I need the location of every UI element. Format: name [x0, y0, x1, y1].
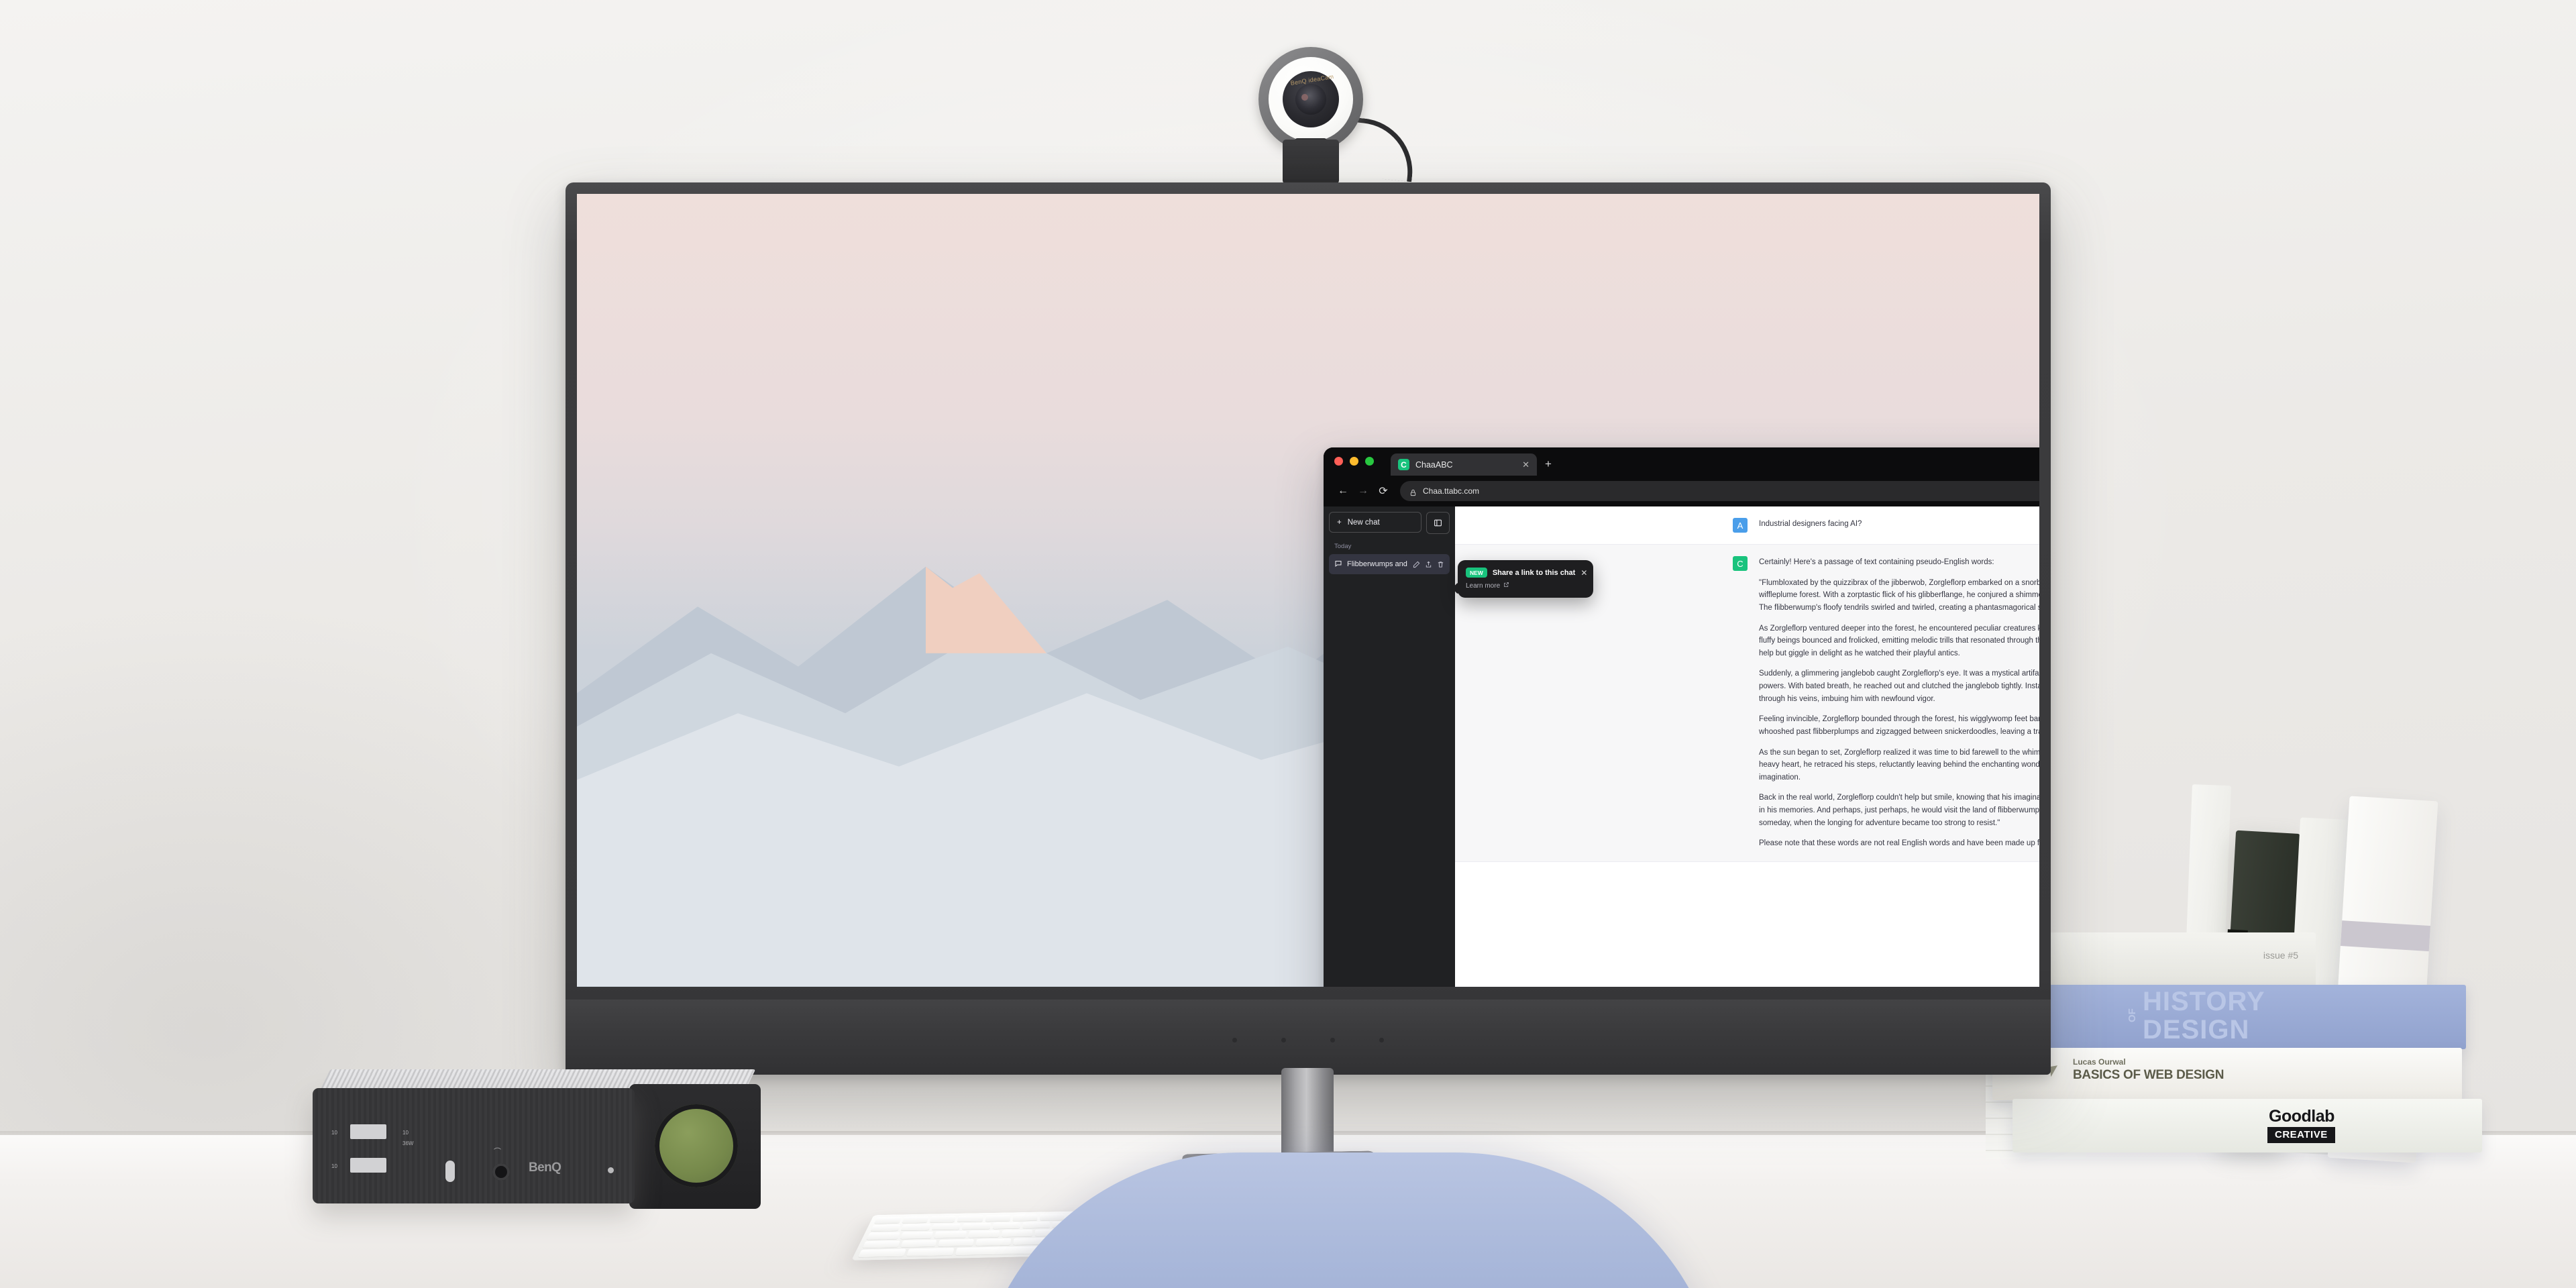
minimize-window-button[interactable]	[1350, 457, 1358, 466]
sidebar-top-row: + New chat	[1329, 512, 1450, 534]
usb-a-port-top	[350, 1124, 386, 1139]
monitor-speaker-dots	[1232, 1038, 1384, 1042]
issue-label: issue #5	[2263, 950, 2298, 961]
browser-tab[interactable]: C ChaaABC ✕	[1391, 453, 1537, 476]
page-viewport: + New chat Today Flibberwumps and S NEW …	[1324, 506, 2039, 987]
tooltip-new-badge: NEW	[1466, 568, 1487, 578]
usb-speed-label: 10	[331, 1163, 337, 1169]
address-bar[interactable]: Chaa.ttabc.com	[1400, 481, 2039, 501]
message-user: A Industrial designers facing AI?	[1455, 506, 2039, 544]
message-inner: A Industrial designers facing AI?	[1733, 518, 2039, 533]
usb-c-port	[445, 1161, 455, 1182]
paragraph: Certainly! Here's a passage of text cont…	[1759, 558, 1994, 566]
new-chat-label: New chat	[1347, 518, 1380, 527]
learn-more-label: Learn more	[1466, 582, 1501, 590]
paragraph: "Flumbloxated by the quizzibrax of the j…	[1759, 578, 2039, 612]
paragraph: Back in the real world, Zorgleflorp coul…	[1759, 794, 2039, 827]
power-led	[608, 1167, 614, 1173]
tooltip-learn-more-link[interactable]: Learn more	[1466, 582, 1585, 590]
trash-icon[interactable]	[1437, 561, 1444, 568]
share-icon[interactable]	[1425, 561, 1432, 568]
maximize-window-button[interactable]	[1365, 457, 1374, 466]
forward-button[interactable]: →	[1353, 481, 1373, 501]
dot	[1281, 1038, 1286, 1042]
browser-toolbar: ← → ⟳ Chaa.ttabc.com	[1324, 476, 2039, 506]
avatar: C	[1733, 556, 1748, 571]
pencil-icon[interactable]	[1413, 561, 1420, 568]
new-tab-button[interactable]: +	[1545, 458, 1552, 471]
desk-scene: FRANCHESCO PAZATRINI issue #5 OF HISTORY…	[0, 0, 2576, 1288]
book-basics-of-web-design: ➤ Lucas Ourwal BASICS OF WEB DESIGN	[1992, 1048, 2462, 1100]
webcam-mount-clip	[1283, 140, 1339, 184]
book-of-label: OF	[2127, 1008, 2138, 1022]
paragraph: Suddenly, a glimmering janglebob caught …	[1759, 669, 2039, 703]
dot	[1232, 1038, 1237, 1042]
webcam-lens-glint	[1301, 94, 1308, 101]
sidebar-section-label: Today	[1334, 543, 1352, 550]
paragraph: As Zorgleflorp ventured deeper into the …	[1759, 624, 2039, 657]
dot	[1379, 1038, 1384, 1042]
browser-tab-strip: C ChaaABC ✕ + ⌄	[1324, 447, 2039, 476]
monitor: C ChaaABC ✕ + ⌄ ← → ⟳	[566, 182, 2051, 1075]
dock-front-panel: 10 10 10 36W ⌒ BenQ	[313, 1088, 635, 1203]
webcam: BenQ ideaCam	[1250, 47, 1418, 203]
chatgpt-sidebar: + New chat Today Flibberwumps and S NEW …	[1324, 506, 1593, 987]
book-issue-magazine: issue #5	[2047, 932, 2316, 986]
message-inner: C Certainly! Here's a passage of text co…	[1733, 556, 2039, 850]
book-title: BASICS OF WEB DESIGN	[2073, 1068, 2224, 1082]
book-title-line2: DESIGN	[2143, 1015, 2250, 1044]
back-button[interactable]: ←	[1333, 481, 1353, 501]
chat-item-title: Flibberwumps and S	[1347, 560, 1408, 568]
address-bar-url: Chaa.ttabc.com	[1423, 486, 1480, 496]
paragraph: Industrial designers facing AI?	[1759, 520, 1862, 528]
book-goodlab-creative: Goodlab CREATIVE	[2012, 1099, 2482, 1152]
monitor-chin	[566, 1000, 2051, 1075]
usb-speed-label: 10	[331, 1130, 337, 1136]
sidebar-chat-item[interactable]: Flibberwumps and S	[1329, 554, 1450, 574]
benq-dock: 10 10 10 36W ⌒ BenQ	[313, 1069, 762, 1222]
monitor-screen: C ChaaABC ✕ + ⌄ ← → ⟳	[577, 194, 2039, 987]
message-text: Industrial designers facing AI?	[1759, 518, 2039, 533]
message-text: Certainly! Here's a passage of text cont…	[1759, 556, 2039, 850]
headphone-jack	[492, 1163, 510, 1181]
usb-a-port-bottom	[350, 1158, 386, 1173]
dock-brand-label: BenQ	[529, 1161, 561, 1175]
chat-bubble-icon	[1334, 559, 1342, 570]
tooltip-close-icon[interactable]: ✕	[1580, 568, 1587, 578]
book-band	[2340, 920, 2431, 952]
book-brand: Goodlab	[2269, 1107, 2334, 1126]
lock-icon	[1409, 488, 1417, 496]
headphone-icon: ⌒	[494, 1148, 501, 1156]
window-controls[interactable]	[1334, 457, 1374, 466]
paragraph: Feeling invincible, Zorgleflorp bounded …	[1759, 715, 2039, 736]
dock-control-dial[interactable]	[655, 1104, 738, 1187]
webcam-lens	[1295, 84, 1326, 115]
dot	[1330, 1038, 1335, 1042]
tab-favicon: C	[1398, 459, 1409, 470]
avatar: A	[1733, 518, 1748, 533]
close-window-button[interactable]	[1334, 457, 1343, 466]
tab-close-icon[interactable]: ✕	[1521, 460, 1531, 469]
browser-window: C ChaaABC ✕ + ⌄ ← → ⟳	[1324, 447, 2039, 987]
book-subtitle: CREATIVE	[2267, 1127, 2335, 1143]
reload-button[interactable]: ⟳	[1373, 481, 1393, 501]
tooltip-header: NEW Share a link to this chat ✕	[1466, 568, 1587, 578]
usbc-speed-label: 10	[402, 1130, 409, 1136]
plus-icon: +	[1337, 518, 1342, 527]
paragraph: Please note that these words are not rea…	[1759, 839, 2039, 848]
book-author: Lucas Ourwal	[2073, 1057, 2126, 1067]
book-title-line1: HISTORY	[2143, 987, 2265, 1016]
share-link-tooltip: NEW Share a link to this chat ✕ Learn mo…	[1458, 560, 1593, 598]
external-link-icon	[1503, 582, 1509, 590]
sidebar-toggle-button[interactable]	[1426, 512, 1450, 534]
tooltip-title: Share a link to this chat	[1492, 568, 1576, 577]
usbc-power-label: 36W	[402, 1140, 414, 1146]
tab-title: ChaaABC	[1415, 460, 1453, 470]
book-history-of-design: OF HISTORY DESIGN	[2003, 985, 2466, 1049]
new-chat-button[interactable]: + New chat	[1329, 512, 1421, 533]
paragraph: As the sun began to set, Zorgleflorp rea…	[1759, 748, 2039, 782]
